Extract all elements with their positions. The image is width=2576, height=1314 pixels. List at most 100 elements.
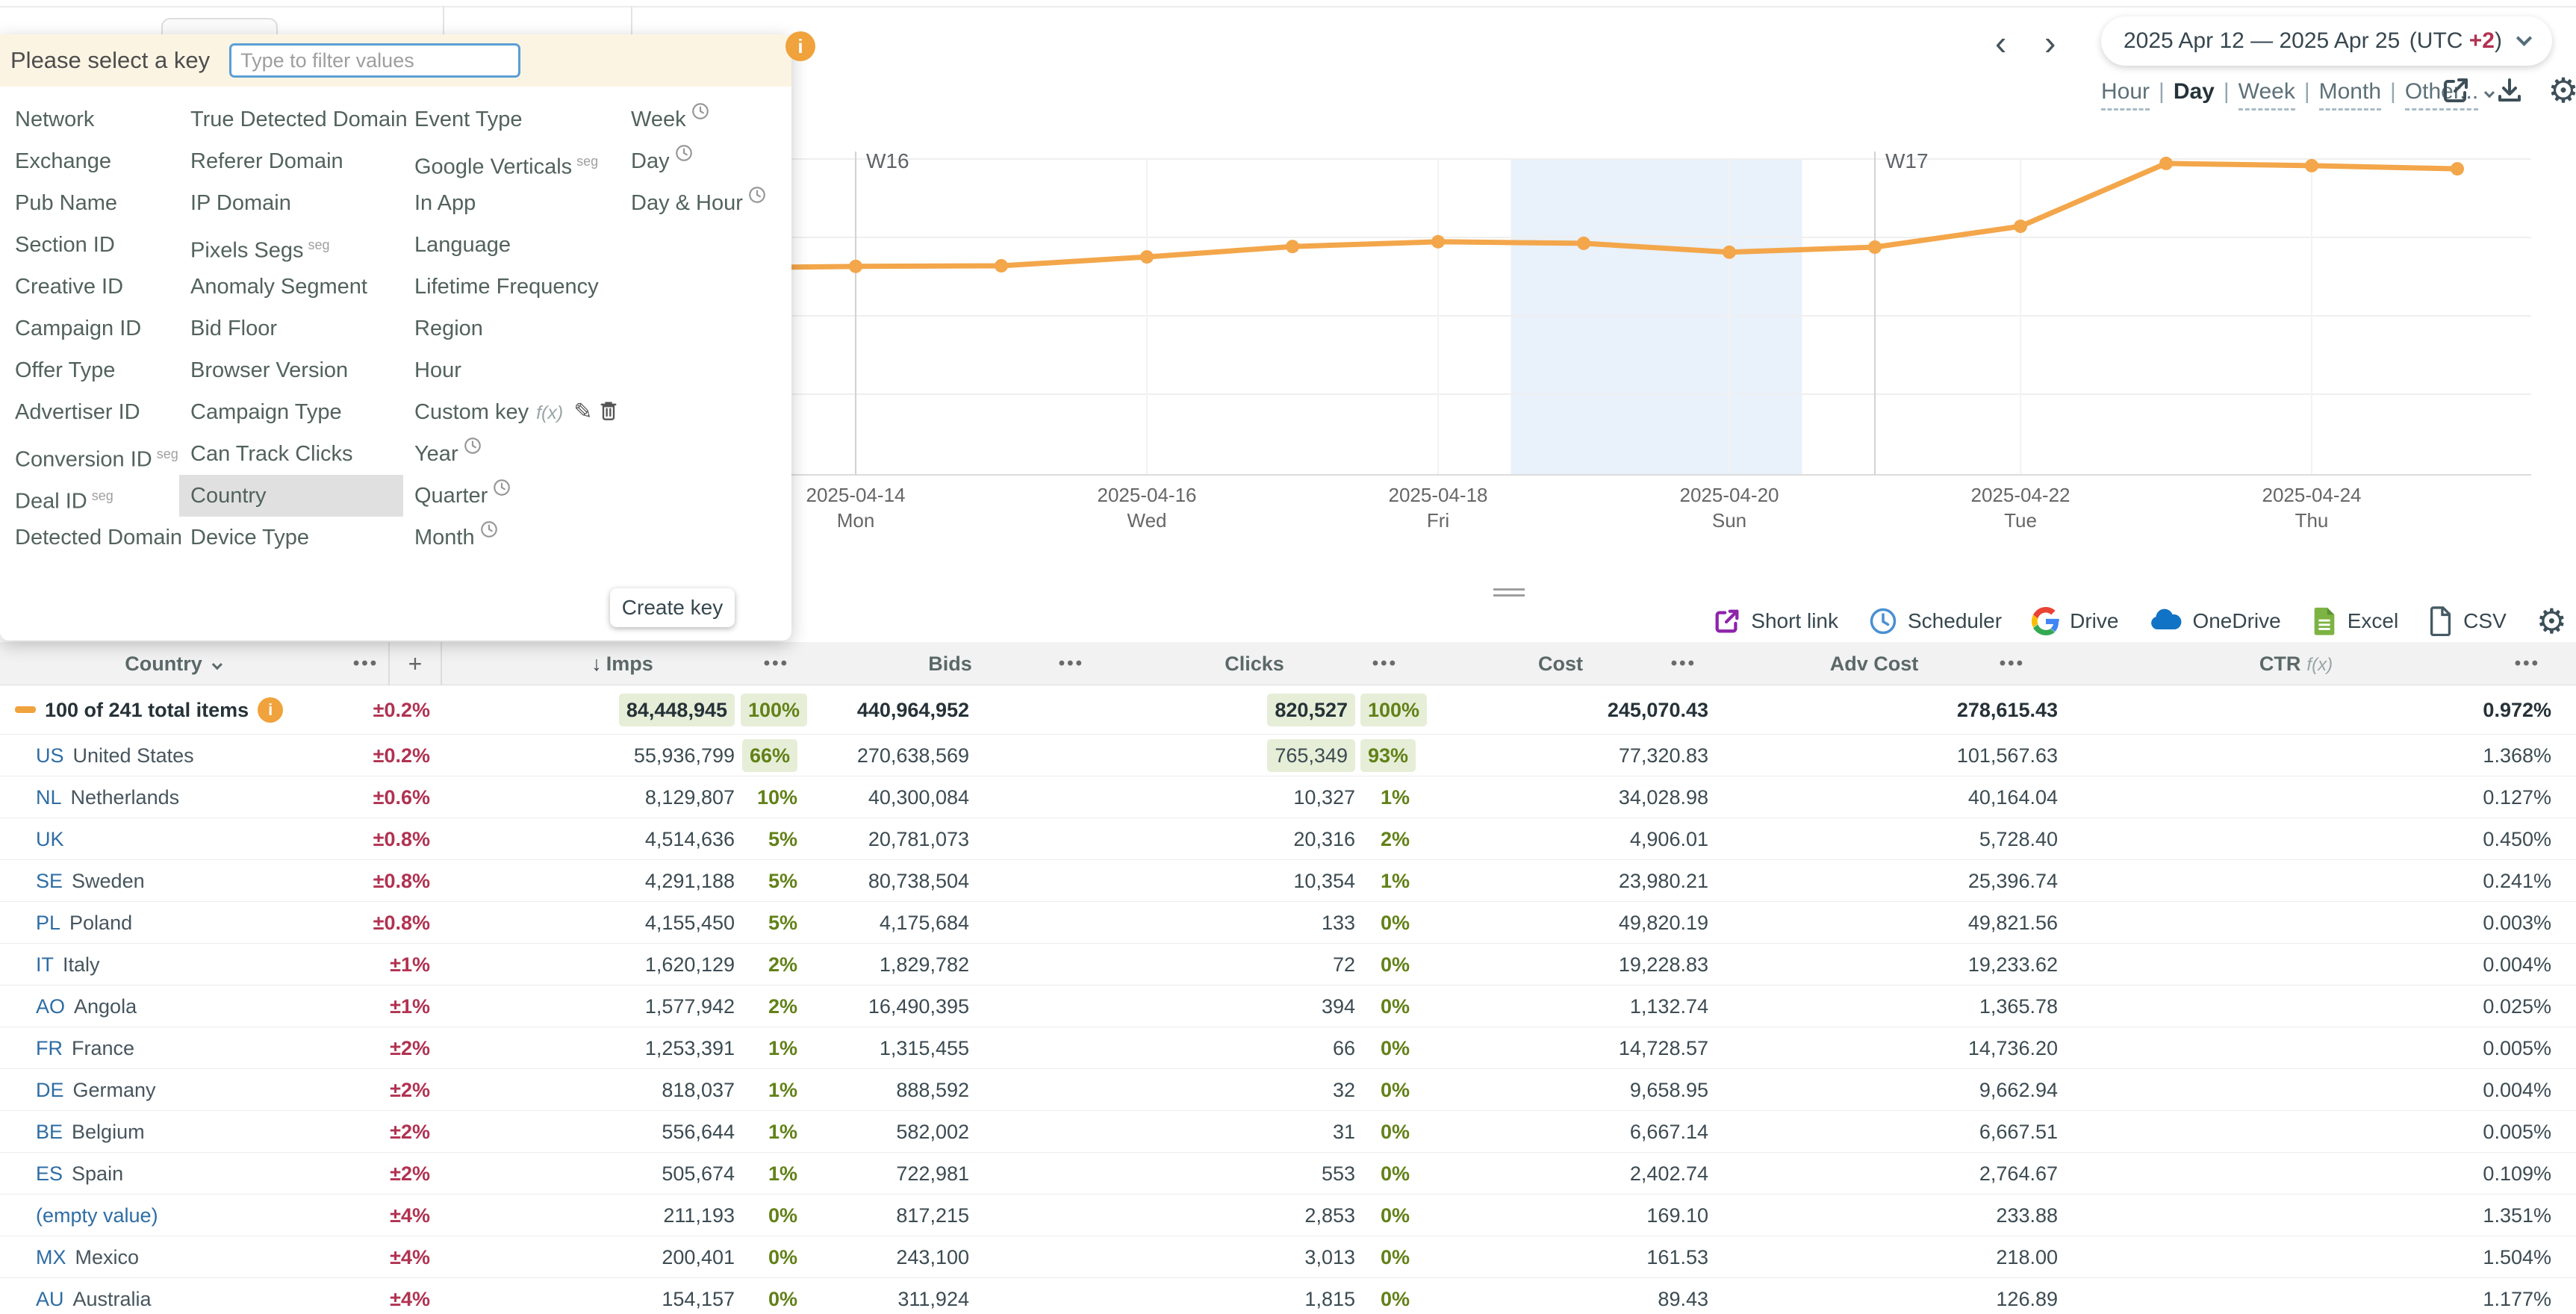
table-row-se[interactable]: SESweden±0.8%4,291,1885%80,738,50410,354… xyxy=(0,860,2576,902)
column-header-adv-cost[interactable]: Adv Cost ••• xyxy=(1710,642,2038,685)
table-row-ao[interactable]: AOAngola±1%1,577,9422%16,490,3953940%1,1… xyxy=(0,986,2576,1027)
info-icon[interactable]: i xyxy=(258,697,283,723)
table-row-de[interactable]: DEGermany±2%818,0371%888,592320%9,658.95… xyxy=(0,1069,2576,1111)
data-point[interactable] xyxy=(2159,157,2173,170)
granularity-week[interactable]: Week xyxy=(2239,79,2295,110)
key-item-custom-key[interactable]: Custom keyf(x)✎ xyxy=(403,391,627,433)
excel-button[interactable]: Excel xyxy=(2311,606,2398,636)
short-link-button[interactable]: Short link xyxy=(1713,607,1838,635)
table-row-it[interactable]: ITItaly±1%1,620,1292%1,829,782720%19,228… xyxy=(0,944,2576,986)
granularity-day[interactable]: Day xyxy=(2174,79,2215,108)
edit-pencil-icon[interactable]: ✎ xyxy=(573,399,592,424)
imps-column-options[interactable]: ••• xyxy=(764,642,789,685)
key-item-language[interactable]: Language xyxy=(403,224,627,266)
add-column-button[interactable]: + xyxy=(388,642,442,685)
key-item-pixels-segs[interactable]: Pixels Segsseg xyxy=(179,224,403,266)
chart-resize-handle[interactable] xyxy=(1493,588,1525,599)
key-item-lifetime-frequency[interactable]: Lifetime Frequency xyxy=(403,266,627,308)
data-point[interactable] xyxy=(2305,159,2318,172)
table-row-es[interactable]: ESSpain±2%505,6741%722,9815530%2,402.742… xyxy=(0,1153,2576,1195)
open-in-new-icon[interactable] xyxy=(2440,75,2471,106)
key-item-true-detected-domain[interactable]: True Detected Domain xyxy=(179,99,403,140)
key-item-event-type[interactable]: Event Type xyxy=(403,99,627,140)
table-row-mx[interactable]: MXMexico±4%200,4010%243,1003,0130%161.53… xyxy=(0,1236,2576,1278)
bids-column-options[interactable]: ••• xyxy=(1059,642,1084,685)
data-point[interactable] xyxy=(2014,219,2027,233)
partial-selection-icon[interactable] xyxy=(15,706,36,713)
cost-column-options[interactable]: ••• xyxy=(1671,642,1696,685)
download-icon[interactable] xyxy=(2494,75,2525,106)
key-item-bid-floor[interactable]: Bid Floor xyxy=(179,308,403,349)
key-item-browser-version[interactable]: Browser Version xyxy=(179,349,403,391)
key-item-hour[interactable]: Hour xyxy=(403,349,627,391)
date-range-picker[interactable]: 2025 Apr 12 — 2025 Apr 25 (UTC +2) xyxy=(2101,16,2552,66)
data-point[interactable] xyxy=(1577,237,1590,250)
key-item-creative-id[interactable]: Creative ID xyxy=(4,266,179,308)
column-header-cost[interactable]: Cost ••• xyxy=(1411,642,1710,685)
csv-button[interactable]: CSV xyxy=(2428,606,2507,636)
ctr-column-options[interactable]: ••• xyxy=(2515,642,2540,685)
data-point[interactable] xyxy=(1140,250,1154,264)
key-item-conversion-id[interactable]: Conversion IDseg xyxy=(4,433,179,475)
key-item-country[interactable]: Country xyxy=(179,475,403,517)
data-point[interactable] xyxy=(1431,235,1445,249)
table-row-pl[interactable]: PLPoland±0.8%4,155,4505%4,175,6841330%49… xyxy=(0,902,2576,944)
granularity-month[interactable]: Month xyxy=(2319,79,2381,110)
drive-button[interactable]: Drive xyxy=(2032,607,2118,635)
key-item-exchange[interactable]: Exchange xyxy=(4,140,179,182)
key-item-network[interactable]: Network xyxy=(4,99,179,140)
table-row-us[interactable]: USUnited States±0.2%55,936,79966%270,638… xyxy=(0,735,2576,776)
key-item-campaign-id[interactable]: Campaign ID xyxy=(4,308,179,349)
key-item-device-type[interactable]: Device Type xyxy=(179,517,403,558)
column-header-country[interactable]: Country xyxy=(0,642,343,685)
table-total-row[interactable]: 100 of 241 total items i ±0.2% 84,448,94… xyxy=(0,685,2576,735)
key-item-can-track-clicks[interactable]: Can Track Clicks xyxy=(179,433,403,475)
key-item-google-verticals[interactable]: Google Verticalsseg xyxy=(403,140,627,182)
date-next-button[interactable]: › xyxy=(2044,22,2056,63)
data-point[interactable] xyxy=(1286,240,1299,253)
key-item-day[interactable]: Day xyxy=(620,140,788,182)
data-point[interactable] xyxy=(1868,240,1882,254)
key-item-campaign-type[interactable]: Campaign Type xyxy=(179,391,403,433)
key-item-deal-id[interactable]: Deal IDseg xyxy=(4,475,179,517)
table-row-be[interactable]: BEBelgium±2%556,6441%582,002310%6,667.14… xyxy=(0,1111,2576,1153)
data-point[interactable] xyxy=(995,259,1008,273)
column-header-bids[interactable]: Bids ••• xyxy=(803,642,1098,685)
trash-icon[interactable] xyxy=(600,400,617,421)
key-item-ip-domain[interactable]: IP Domain xyxy=(179,182,403,224)
key-item-year[interactable]: Year xyxy=(403,433,627,475)
key-item-week[interactable]: Week xyxy=(620,99,788,140)
key-item-offer-type[interactable]: Offer Type xyxy=(4,349,179,391)
key-item-anomaly-segment[interactable]: Anomaly Segment xyxy=(179,266,403,308)
column-header-ctr[interactable]: CTRf(x) ••• xyxy=(2038,642,2554,685)
adv-cost-column-options[interactable]: ••• xyxy=(2000,642,2025,685)
key-item-month[interactable]: Month xyxy=(403,517,627,558)
key-item-in-app[interactable]: In App xyxy=(403,182,627,224)
table-row-uk[interactable]: UK±0.8%4,514,6365%20,781,07320,3162%4,90… xyxy=(0,818,2576,860)
key-item-section-id[interactable]: Section ID xyxy=(4,224,179,266)
table-row-au[interactable]: AUAustralia±4%154,1570%311,9241,8150%89.… xyxy=(0,1278,2576,1314)
date-prev-button[interactable]: ‹ xyxy=(1995,22,2006,63)
table-row-empty-value[interactable]: (empty value)±4%211,1930%817,2152,8530%1… xyxy=(0,1195,2576,1236)
key-item-detected-domain[interactable]: Detected Domain xyxy=(4,517,179,558)
chart-settings-gear-icon[interactable]: ⚙ xyxy=(2548,75,2576,106)
table-row-fr[interactable]: FRFrance±2%1,253,3911%1,315,455660%14,72… xyxy=(0,1027,2576,1069)
key-item-day-hour[interactable]: Day & Hour xyxy=(620,182,788,224)
data-point[interactable] xyxy=(849,260,862,273)
onedrive-button[interactable]: OneDrive xyxy=(2148,606,2280,636)
key-item-referer-domain[interactable]: Referer Domain xyxy=(179,140,403,182)
granularity-hour[interactable]: Hour xyxy=(2101,79,2150,110)
column-header-imps[interactable]: ↓Imps ••• xyxy=(442,642,803,685)
table-settings-gear-icon[interactable]: ⚙ xyxy=(2536,605,2567,637)
key-item-pub-name[interactable]: Pub Name xyxy=(4,182,179,224)
data-point[interactable] xyxy=(1723,246,1736,259)
key-item-region[interactable]: Region xyxy=(403,308,627,349)
data-point[interactable] xyxy=(2451,162,2464,175)
key-filter-input[interactable] xyxy=(229,43,520,78)
info-icon[interactable]: i xyxy=(785,31,815,61)
country-column-options[interactable]: ••• xyxy=(343,642,388,685)
key-item-advertiser-id[interactable]: Advertiser ID xyxy=(4,391,179,433)
key-item-quarter[interactable]: Quarter xyxy=(403,475,627,517)
table-row-nl[interactable]: NLNetherlands±0.6%8,129,80710%40,300,084… xyxy=(0,776,2576,818)
scheduler-button[interactable]: Scheduler xyxy=(1868,606,2002,636)
